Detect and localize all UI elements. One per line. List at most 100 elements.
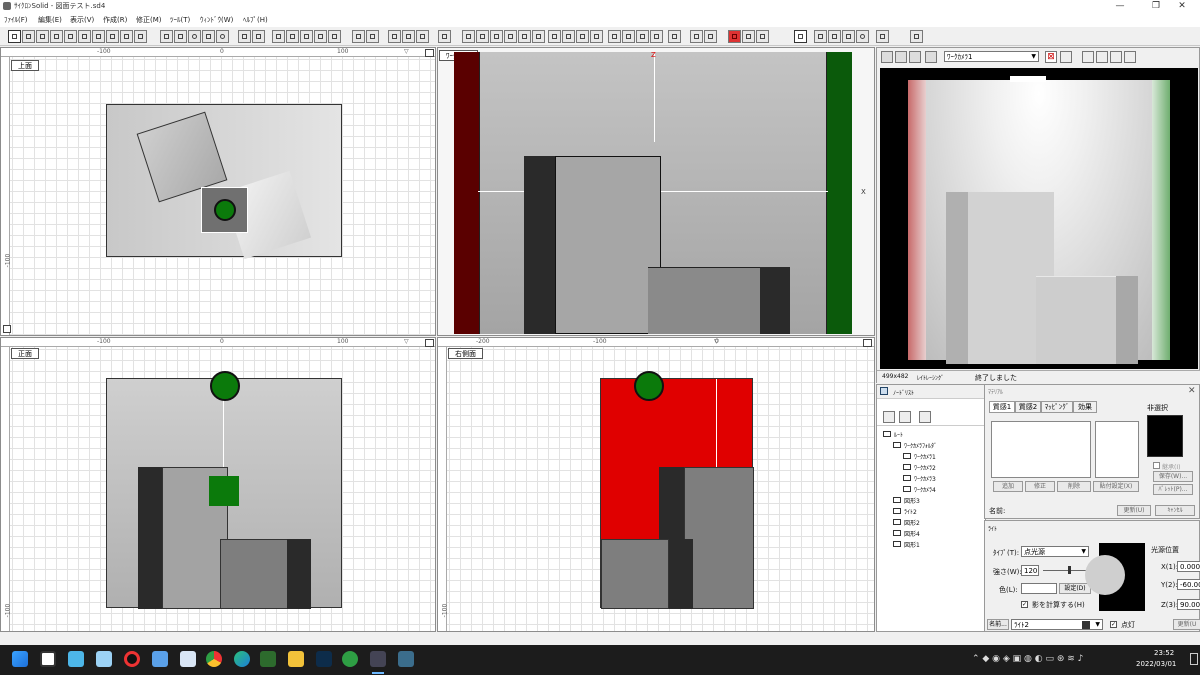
light-marker-icon[interactable] bbox=[634, 371, 664, 401]
palette-button[interactable]: ﾊﾟﾚｯﾄ(P)... bbox=[1153, 484, 1193, 495]
system-tray-icons[interactable]: ⌃ ◆ ◉ ◈ ▣ ◍ ◐ ▭ ⊛ ≋ ♪ bbox=[972, 654, 1092, 666]
tool-fit-icon[interactable] bbox=[134, 30, 147, 43]
menu-window[interactable]: ｳｨﾝﾄﾞｳ(W) bbox=[200, 15, 233, 25]
tool-move-icon[interactable] bbox=[272, 30, 285, 43]
viewport-front[interactable]: -100 0 100 ▽ -100 正面 bbox=[0, 337, 436, 632]
tool-view-camera-icon[interactable] bbox=[64, 30, 77, 43]
light-marker-icon[interactable] bbox=[210, 371, 240, 401]
box-top[interactable] bbox=[201, 187, 248, 233]
tool-circle-icon[interactable] bbox=[188, 30, 201, 43]
tool-boolean-int-icon[interactable] bbox=[416, 30, 429, 43]
tab-texture2[interactable]: 質感2 bbox=[1015, 401, 1041, 413]
close-button[interactable]: ✕ bbox=[1162, 0, 1200, 13]
viewport-label[interactable]: 右側面 bbox=[448, 348, 483, 359]
tool-boolean-union-icon[interactable] bbox=[388, 30, 401, 43]
menu-modify[interactable]: 修正(M) bbox=[136, 15, 162, 25]
tab-effect[interactable]: 効果 bbox=[1073, 401, 1097, 413]
tool-edit-6-icon[interactable] bbox=[532, 30, 545, 43]
tool-shape-9-icon[interactable] bbox=[668, 30, 681, 43]
tool-rotate-icon[interactable] bbox=[286, 30, 299, 43]
tool-shape-7-icon[interactable] bbox=[636, 30, 649, 43]
menu-create[interactable]: 作成(R) bbox=[103, 15, 127, 25]
tool-group-icon[interactable] bbox=[366, 30, 379, 43]
tool-edit-1-icon[interactable] bbox=[462, 30, 475, 43]
tool-point-icon[interactable] bbox=[438, 30, 451, 43]
paste-settings-button[interactable]: 貼付設定(X) bbox=[1093, 481, 1139, 492]
maximize-view-icon[interactable] bbox=[425, 49, 434, 57]
viewport-camera[interactable]: ﾜｰｸｶﾒﾗ1 Z X bbox=[437, 47, 875, 336]
short-box-side[interactable] bbox=[287, 539, 311, 609]
xbox-icon[interactable] bbox=[342, 651, 358, 667]
tool-light-icon[interactable] bbox=[856, 30, 869, 43]
light-name-field[interactable]: ﾗｲﾄ2 ▼ bbox=[1011, 619, 1103, 630]
light-marker-icon[interactable] bbox=[214, 199, 236, 221]
z-field[interactable]: 90.000 bbox=[1177, 599, 1200, 610]
tool-edit-4-icon[interactable] bbox=[504, 30, 517, 43]
edge-icon[interactable] bbox=[234, 651, 250, 667]
menu-file[interactable]: ﾌｧｲﾙ(F) bbox=[4, 15, 28, 25]
folder-icon[interactable] bbox=[288, 651, 304, 667]
render-settings-icon[interactable] bbox=[925, 51, 937, 63]
tool-sphere-icon[interactable] bbox=[216, 30, 229, 43]
on-checkbox[interactable]: ✓ bbox=[1110, 621, 1117, 628]
y-field[interactable]: -60.00 bbox=[1177, 579, 1200, 590]
update-button[interactable]: 更新(U) bbox=[1117, 505, 1151, 516]
add-button[interactable]: 追加 bbox=[993, 481, 1023, 492]
copy-icon[interactable] bbox=[1096, 51, 1108, 63]
intensity-field[interactable]: 120 bbox=[1021, 565, 1039, 576]
update-light-button[interactable]: 更新(U bbox=[1173, 619, 1200, 630]
app-icon-1[interactable] bbox=[68, 651, 84, 667]
x-field[interactable]: 0.0000 bbox=[1177, 561, 1200, 572]
tool-shape-6-icon[interactable] bbox=[622, 30, 635, 43]
tool-extrude-icon[interactable] bbox=[238, 30, 251, 43]
tool-shape-1-icon[interactable] bbox=[548, 30, 561, 43]
inherit-checkbox[interactable] bbox=[1153, 462, 1160, 469]
maximize-view-icon[interactable] bbox=[425, 339, 434, 347]
viewport-label[interactable]: 正面 bbox=[11, 348, 39, 359]
tool-frame-icon[interactable] bbox=[690, 30, 703, 43]
tool-material-3-icon[interactable] bbox=[756, 30, 769, 43]
tool-snap-icon[interactable] bbox=[106, 30, 119, 43]
short-box-front[interactable] bbox=[220, 539, 288, 609]
tool-copy-icon[interactable] bbox=[328, 30, 341, 43]
delete-node-icon[interactable] bbox=[899, 411, 911, 423]
menu-view[interactable]: 表示(V) bbox=[70, 15, 94, 25]
tool-pan-icon[interactable] bbox=[814, 30, 827, 43]
menu-help[interactable]: ﾍﾙﾌﾟ(H) bbox=[243, 15, 268, 25]
record-icon[interactable] bbox=[124, 651, 140, 667]
tall-box-front[interactable] bbox=[684, 467, 754, 609]
tool-zoom-icon[interactable] bbox=[120, 30, 133, 43]
tool-shape-8-icon[interactable] bbox=[650, 30, 663, 43]
menu-tools[interactable]: ﾂｰﾙ(T) bbox=[170, 15, 190, 25]
node-props-icon[interactable] bbox=[919, 411, 931, 423]
tool-view-front-icon[interactable] bbox=[36, 30, 49, 43]
render-region-icon[interactable] bbox=[909, 51, 921, 63]
dreamweaver-icon[interactable] bbox=[260, 651, 276, 667]
floor-rect[interactable] bbox=[106, 104, 342, 260]
name-button[interactable]: 名前... bbox=[987, 619, 1009, 630]
tool-align-icon[interactable] bbox=[352, 30, 365, 43]
tool-line-icon[interactable] bbox=[160, 30, 173, 43]
render-start-icon[interactable] bbox=[881, 51, 893, 63]
menu-edit[interactable]: 編集(E) bbox=[38, 15, 62, 25]
tool-edit-5-icon[interactable] bbox=[518, 30, 531, 43]
tool-layout-icon[interactable] bbox=[78, 30, 91, 43]
shadow-checkbox[interactable]: ✓ bbox=[1021, 601, 1028, 608]
zoom-icon[interactable] bbox=[1110, 51, 1122, 63]
maximize-view-icon[interactable] bbox=[863, 339, 872, 347]
light-marker-square[interactable] bbox=[209, 476, 239, 506]
notes-icon[interactable] bbox=[152, 651, 168, 667]
minimize-button[interactable]: — bbox=[1100, 0, 1140, 13]
tool-shape-3-icon[interactable] bbox=[576, 30, 589, 43]
chrome-icon[interactable] bbox=[206, 651, 222, 667]
tool-material-icon[interactable] bbox=[728, 30, 741, 43]
tool-polygon-icon[interactable] bbox=[202, 30, 215, 43]
short-box-front[interactable] bbox=[648, 267, 764, 334]
settings-button[interactable]: 設定(D) bbox=[1059, 583, 1091, 594]
tool-shape-4-icon[interactable] bbox=[590, 30, 603, 43]
viewport-label[interactable]: 上面 bbox=[11, 60, 39, 71]
modify-button[interactable]: 修正 bbox=[1025, 481, 1055, 492]
app-icon-2[interactable] bbox=[96, 651, 112, 667]
mapping-list[interactable] bbox=[991, 421, 1091, 478]
tall-box-front[interactable] bbox=[555, 156, 661, 334]
